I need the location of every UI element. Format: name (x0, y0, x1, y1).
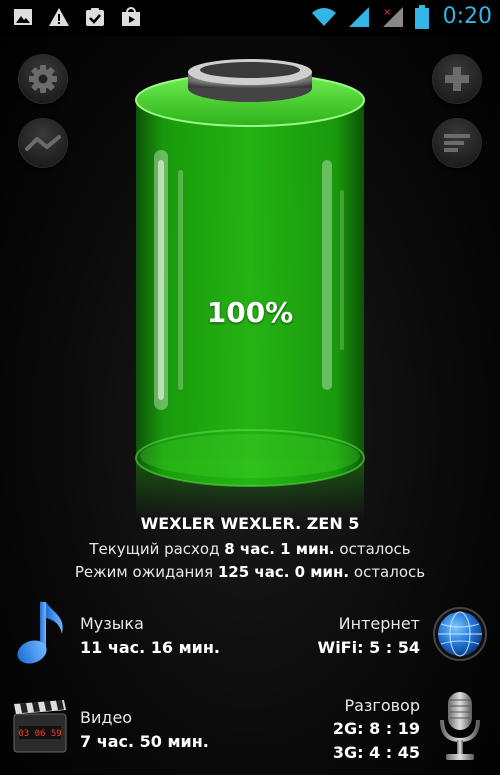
current-usage-suffix: осталось (334, 540, 411, 558)
standby-suffix: осталось (349, 563, 426, 581)
talk-title: Разговор (344, 696, 420, 715)
battery-graphic (135, 59, 365, 520)
internet-title: Интернет (338, 614, 420, 633)
current-usage-label: Текущий расход (89, 540, 225, 558)
internet-value: WiFi: 5 : 54 (317, 638, 420, 657)
video-title: Видео (80, 708, 133, 727)
clapperboard-icon[interactable]: 03 06 59 (12, 698, 68, 754)
globe-icon[interactable] (432, 606, 488, 662)
standby-label: Режим ожидания (74, 563, 218, 581)
standby-line: Режим ожидания 125 час. 0 мин. осталось (0, 563, 500, 581)
talk-2g-value: 2G: 8 : 19 (332, 719, 420, 738)
talk-3g-value: 3G: 4 : 45 (332, 743, 420, 762)
current-usage-line: Текущий расход 8 час. 1 мин. осталось (0, 540, 500, 558)
current-usage-value: 8 час. 1 мин. (224, 540, 335, 558)
music-title: Музыка (80, 614, 144, 633)
video-value: 7 час. 50 мин. (80, 732, 209, 751)
music-note-icon[interactable] (10, 598, 70, 668)
clapper-timecode: 03 06 59 (18, 729, 61, 739)
standby-value: 125 час. 0 мин. (217, 563, 350, 581)
device-name: WEXLER WEXLER. ZEN 5 (140, 514, 360, 533)
music-value: 11 час. 16 мин. (80, 638, 221, 657)
battery-percent: 100% (206, 296, 294, 329)
microphone-icon[interactable] (436, 690, 484, 766)
